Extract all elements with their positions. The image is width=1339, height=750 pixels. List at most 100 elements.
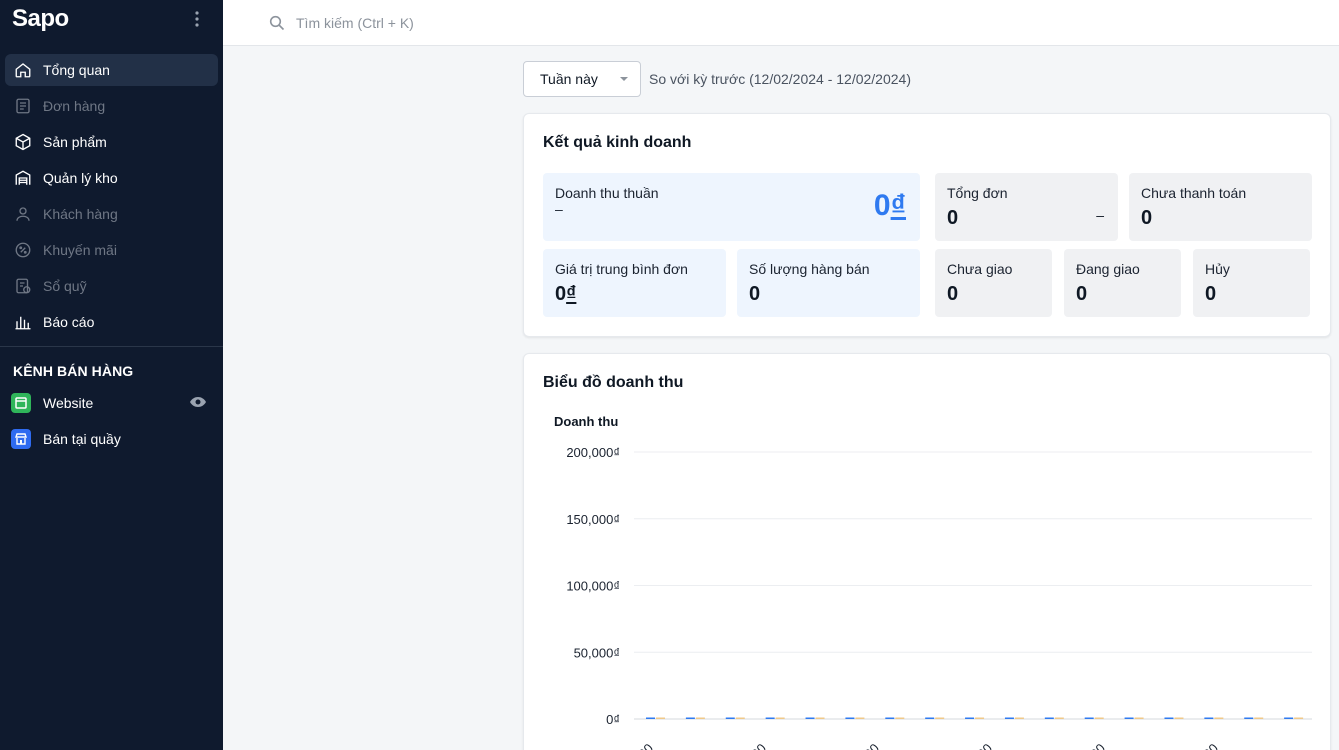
chart-bar-current[interactable] bbox=[1284, 717, 1294, 720]
total-orders-label: Tổng đơn bbox=[947, 185, 1008, 201]
sidebar-item-label: Báo cáo bbox=[43, 314, 95, 330]
not-shipped-tile[interactable]: Chưa giao 0 bbox=[935, 249, 1052, 317]
chart-bar-current[interactable] bbox=[1004, 717, 1014, 720]
chart-bar-current[interactable] bbox=[1244, 717, 1254, 720]
period-select-value: Tuần này bbox=[540, 71, 598, 87]
chart-bar-previous[interactable] bbox=[1254, 717, 1264, 720]
net-revenue-change: – bbox=[555, 201, 563, 217]
sidebar: Sapo Tổng quan Đơn hàng Sản phẩm Quản lý… bbox=[0, 0, 223, 750]
sapo-logo[interactable]: Sapo bbox=[12, 5, 69, 33]
chart-bar-current[interactable] bbox=[1124, 717, 1134, 720]
chart-bar-current[interactable] bbox=[845, 717, 855, 720]
chart-bar-previous[interactable] bbox=[815, 717, 825, 720]
more-vertical-icon[interactable] bbox=[187, 9, 207, 29]
sidebar-item-overview[interactable]: Tổng quan bbox=[5, 54, 218, 86]
channel-label: Website bbox=[43, 395, 94, 411]
sales-channel-heading: KÊNH BÁN HÀNG bbox=[13, 363, 134, 379]
total-orders-change: – bbox=[1096, 207, 1104, 223]
chart-bar-previous[interactable] bbox=[735, 717, 745, 720]
chart-bar-previous[interactable] bbox=[1094, 717, 1104, 720]
eye-icon[interactable] bbox=[189, 395, 207, 411]
sidebar-item-label: Khuyến mãi bbox=[43, 242, 117, 258]
sidebar-item-label: Sổ quỹ bbox=[43, 278, 87, 294]
box-icon bbox=[13, 132, 33, 152]
cashbook-icon bbox=[13, 276, 33, 296]
unpaid-tile[interactable]: Chưa thanh toán 0 bbox=[1129, 173, 1312, 241]
period-select[interactable]: Tuần này bbox=[523, 61, 641, 97]
unpaid-label: Chưa thanh toán bbox=[1141, 185, 1247, 201]
user-icon bbox=[13, 204, 33, 224]
sidebar-item-cashbook[interactable]: Sổ quỹ bbox=[5, 270, 218, 302]
shipping-tile[interactable]: Đang giao 0 bbox=[1064, 249, 1181, 317]
chart-bar-current[interactable] bbox=[725, 717, 735, 720]
sidebar-item-orders[interactable]: Đơn hàng bbox=[5, 90, 218, 122]
chart-bar-current[interactable] bbox=[685, 717, 695, 720]
discount-icon bbox=[13, 240, 33, 260]
business-results-card: Kết quả kinh doanh Doanh thu thuần – 0₫ … bbox=[523, 113, 1331, 337]
chart-bar-previous[interactable] bbox=[895, 717, 905, 720]
chart-bar-previous[interactable] bbox=[1054, 717, 1064, 720]
shipping-value: 0 bbox=[1076, 283, 1088, 305]
avg-order-value: 0₫ bbox=[555, 283, 577, 305]
total-orders-tile[interactable]: Tổng đơn 0 – bbox=[935, 173, 1118, 241]
sidebar-item-label: Tổng quan bbox=[43, 62, 110, 78]
sidebar-item-customers[interactable]: Khách hàng bbox=[5, 198, 218, 230]
chart-bar-previous[interactable] bbox=[855, 717, 865, 720]
compare-period-text: So với kỳ trước (12/02/2024 - 12/02/2024… bbox=[649, 71, 911, 87]
cancelled-label: Hủy bbox=[1205, 261, 1230, 277]
chart-bar-current[interactable] bbox=[965, 717, 975, 720]
topbar bbox=[223, 0, 1339, 46]
chart-bar-previous[interactable] bbox=[935, 717, 945, 720]
sidebar-header: Sapo bbox=[0, 0, 223, 38]
chart-bar-current[interactable] bbox=[646, 717, 655, 720]
sidebar-item-label: Quản lý kho bbox=[43, 170, 118, 186]
qty-sold-label: Số lượng hàng bán bbox=[749, 261, 870, 277]
cancelled-value: 0 bbox=[1205, 283, 1217, 305]
chart-bar-previous[interactable] bbox=[1014, 717, 1024, 720]
warehouse-icon bbox=[13, 168, 33, 188]
chart-y-tick-label: 0₫ bbox=[606, 712, 620, 727]
chart-bar-current[interactable] bbox=[1204, 717, 1214, 720]
search-icon bbox=[269, 15, 285, 31]
chart-bar-previous[interactable] bbox=[1134, 717, 1144, 720]
bar-chart-icon bbox=[13, 312, 33, 332]
chart-bar-previous[interactable] bbox=[1174, 717, 1184, 720]
chart-bar-current[interactable] bbox=[925, 717, 935, 720]
qty-sold-value: 0 bbox=[749, 283, 761, 305]
unpaid-value: 0 bbox=[1141, 207, 1153, 229]
chart-bar-previous[interactable] bbox=[775, 717, 785, 720]
chart-bar-current[interactable] bbox=[1084, 717, 1094, 720]
home-icon bbox=[13, 60, 33, 80]
net-revenue-tile[interactable]: Doanh thu thuần – 0₫ bbox=[543, 173, 920, 241]
chart-bar-previous[interactable] bbox=[695, 717, 705, 720]
chart-bar-previous[interactable] bbox=[656, 717, 665, 720]
sidebar-item-warehouse[interactable]: Quản lý kho bbox=[5, 162, 218, 194]
not-shipped-label: Chưa giao bbox=[947, 261, 1013, 277]
chart-bar-previous[interactable] bbox=[1294, 717, 1304, 720]
chart-bar-current[interactable] bbox=[1164, 717, 1174, 720]
chart-bar-previous[interactable] bbox=[975, 717, 985, 720]
channel-pos[interactable]: Bán tại quầy bbox=[0, 423, 223, 455]
chart-bar-current[interactable] bbox=[1044, 717, 1054, 720]
search-input[interactable] bbox=[296, 14, 696, 31]
chart-bar-current[interactable] bbox=[885, 717, 895, 720]
store-icon bbox=[11, 429, 31, 449]
cancelled-tile[interactable]: Hủy 0 bbox=[1193, 249, 1310, 317]
sidebar-item-reports[interactable]: Báo cáo bbox=[5, 306, 218, 338]
net-revenue-value: 0₫ bbox=[873, 189, 906, 222]
sidebar-item-label: Sản phẩm bbox=[43, 134, 107, 150]
chart-x-tick-label: 00 bbox=[1087, 741, 1108, 750]
sidebar-item-products[interactable]: Sản phẩm bbox=[5, 126, 218, 158]
chart-x-tick-label: 00 bbox=[748, 741, 769, 750]
avg-order-tile[interactable]: Giá trị trung bình đơn 0₫ bbox=[543, 249, 726, 317]
sidebar-item-promotions[interactable]: Khuyến mãi bbox=[5, 234, 218, 266]
channel-website[interactable]: Website bbox=[0, 387, 223, 419]
chart-bar-previous[interactable] bbox=[1214, 717, 1224, 720]
revenue-chart: 200,000₫ 150,000₫ 100,000₫ 50,000₫ 0₫ 00 00 00 0… bbox=[566, 445, 1312, 750]
business-results-title: Kết quả kinh doanh bbox=[543, 134, 692, 151]
order-icon bbox=[13, 96, 33, 116]
chart-x-tick-label: 00 bbox=[974, 741, 995, 750]
chart-bar-current[interactable] bbox=[765, 717, 775, 720]
chart-bar-current[interactable] bbox=[805, 717, 815, 720]
qty-sold-tile[interactable]: Số lượng hàng bán 0 bbox=[737, 249, 920, 317]
